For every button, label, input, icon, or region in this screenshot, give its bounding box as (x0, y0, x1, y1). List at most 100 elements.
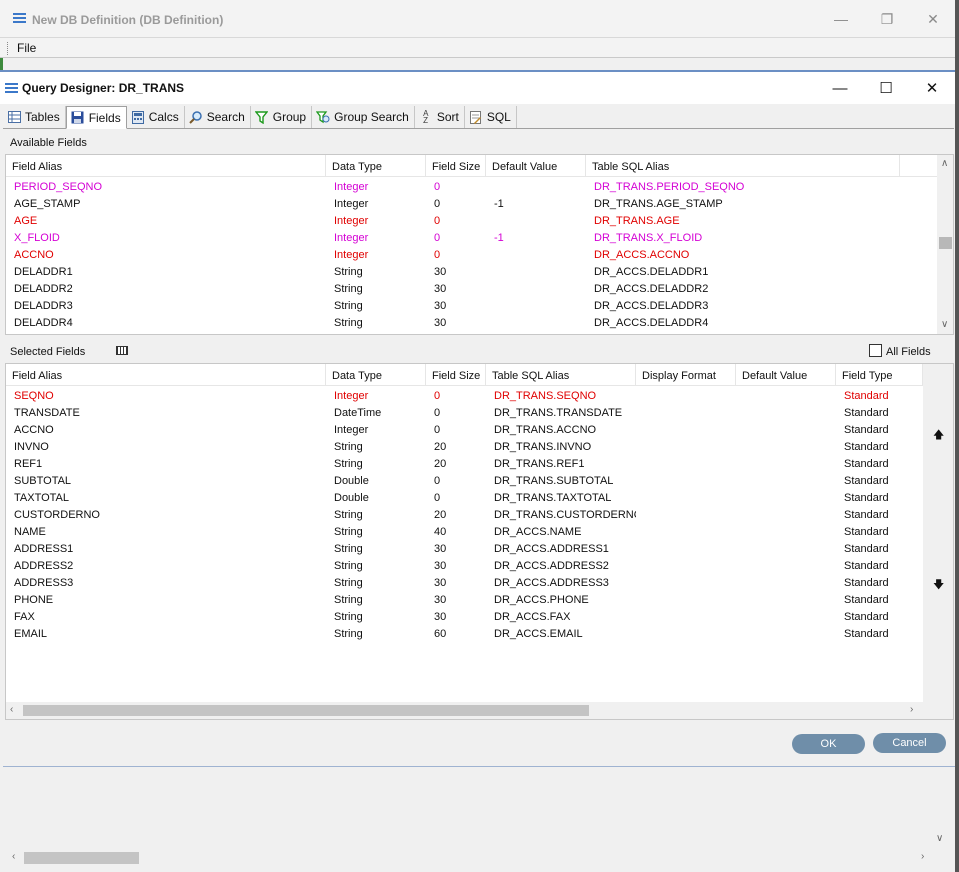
available-fields-grid[interactable]: Field Alias Data Type Field Size Default Va… (5, 154, 954, 335)
selected-table-row[interactable]: PHONE String 30 DR_ACCS.PHONE Standard (6, 591, 923, 608)
selected-column-header[interactable]: Data Type (326, 364, 426, 386)
selected-cell: DR_TRANS.INVNO (494, 441, 592, 453)
available-column-header[interactable]: Data Type (326, 155, 426, 177)
selected-column-header[interactable]: Field Size (426, 364, 486, 386)
available-column-header[interactable]: Table SQL Alias (586, 155, 900, 177)
tab-calcs[interactable]: Calcs (127, 106, 185, 128)
ok-button[interactable]: OK (792, 734, 865, 754)
available-column-header[interactable]: Field Alias (6, 155, 326, 177)
selected-cell: DR_ACCS.ADDRESS1 (494, 543, 609, 555)
selected-cell: DR_TRANS.REF1 (494, 458, 585, 470)
selected-column-header[interactable]: Field Type (836, 364, 923, 386)
selected-table-row[interactable]: FAX String 30 DR_ACCS.FAX Standard (6, 608, 923, 625)
selected-cell: 20 (434, 509, 447, 521)
selected-column-header[interactable]: Field Alias (6, 364, 326, 386)
available-table-row[interactable]: PERIOD_SEQNO Integer 0 DR_TRANS.PERIOD_SEQN… (6, 178, 900, 195)
tab-group-search[interactable]: Group Search (312, 106, 415, 128)
available-cell: -1 (494, 198, 504, 210)
selected-fields-grid[interactable]: Field Alias Data Type Field Size Table SQL … (5, 363, 954, 720)
available-table-row[interactable]: X_FLOID Integer 0 -1 DR_TRANS.X_FLOID (6, 229, 900, 246)
available-cell: 0 (434, 249, 441, 261)
outer-window-title: New DB Definition (DB Definition) (32, 13, 224, 27)
selected-scroll-thumb[interactable] (23, 705, 589, 716)
selected-table-row[interactable]: TAXTOTAL Double 0 DR_TRANS.TAXTOTAL Standard (6, 489, 923, 506)
available-table-row[interactable]: DELADDR3 String 30 DR_ACCS.DELADDR3 (6, 297, 900, 314)
selected-column-header[interactable]: Default Value (736, 364, 836, 386)
outer-minimize-button[interactable]: — (818, 0, 864, 38)
selected-column-header[interactable]: Table SQL Alias (486, 364, 636, 386)
selected-table-row[interactable]: ADDRESS2 String 30 DR_ACCS.ADDRESS2 Standard (6, 557, 923, 574)
move-up-arrow-icon[interactable]: 🡅 (933, 426, 944, 445)
available-cell: DR_ACCS.ACCNO (594, 249, 690, 261)
selected-table-row[interactable]: INVNO String 20 DR_TRANS.INVNO Standard (6, 438, 923, 455)
available-fields-header: Available Fields (5, 131, 954, 153)
selected-cell: ACCNO (14, 424, 54, 436)
available-vertical-scrollbar[interactable]: ∧ ∨ (937, 155, 953, 334)
selected-cell: DR_TRANS.TRANSDATE (494, 407, 623, 419)
selected-grid-header: Field Alias Data Type Field Size Table SQL … (6, 364, 923, 386)
scroll-left-icon[interactable]: ‹ (10, 704, 13, 715)
selected-table-row[interactable]: NAME String 40 DR_ACCS.NAME Standard (6, 523, 923, 540)
available-table-row[interactable]: AGE Integer 0 DR_TRANS.AGE (6, 212, 900, 229)
tab-search-label: Search (206, 110, 245, 124)
scroll-down-icon[interactable]: ∨ (941, 319, 948, 330)
outer-scroll-thumb[interactable] (24, 852, 139, 864)
available-column-header[interactable]: Field Size (426, 155, 486, 177)
scroll-right-icon[interactable]: › (910, 704, 913, 715)
grid-options-icon[interactable] (116, 346, 128, 355)
save-disk-icon (71, 111, 85, 125)
available-table-row[interactable]: DELADDR4 String 30 DR_ACCS.DELADDR4 (6, 314, 900, 331)
tab-search[interactable]: Search (185, 106, 251, 128)
selected-table-row[interactable]: TRANSDATE DateTime 0 DR_TRANS.TRANSDATE Stan… (6, 404, 923, 421)
available-cell: 30 (434, 317, 447, 329)
file-menu[interactable]: File (17, 41, 36, 55)
available-cell: String (334, 317, 363, 329)
selected-cell (736, 591, 836, 608)
selected-cell (636, 489, 736, 506)
available-column-header[interactable]: Default Value (486, 155, 586, 177)
available-table-row[interactable]: ACCNO Integer 0 DR_ACCS.ACCNO (6, 246, 900, 263)
selected-table-row[interactable]: ADDRESS3 String 30 DR_ACCS.ADDRESS3 Standard (6, 574, 923, 591)
available-table-row[interactable]: DELADDR2 String 30 DR_ACCS.DELADDR2 (6, 280, 900, 297)
dialog-minimize-button[interactable]: — (817, 72, 863, 104)
tab-group[interactable]: Group (251, 106, 313, 128)
tab-sort[interactable]: AZ Sort (415, 106, 465, 128)
tab-sql[interactable]: SQL (465, 106, 517, 128)
outer-scroll-down-icon[interactable]: ∨ (936, 833, 943, 844)
selected-table-row[interactable]: ACCNO Integer 0 DR_TRANS.ACCNO Standard (6, 421, 923, 438)
dialog-close-button[interactable]: ✕ (909, 72, 955, 104)
dialog-maximize-button[interactable]: ☐ (863, 72, 909, 104)
selected-table-row[interactable]: SEQNO Integer 0 DR_TRANS.SEQNO Standard (6, 387, 923, 404)
available-table-row[interactable]: AGE_STAMP Integer 0 -1 DR_TRANS.AGE_STAMP (6, 195, 900, 212)
selected-cell (636, 455, 736, 472)
outer-close-button[interactable]: ✕ (910, 0, 956, 38)
available-cell: 30 (434, 266, 447, 278)
scroll-up-icon[interactable]: ∧ (941, 158, 948, 169)
tab-fields[interactable]: Fields (65, 106, 127, 129)
selected-table-row[interactable]: REF1 String 20 DR_TRANS.REF1 Standard (6, 455, 923, 472)
move-down-arrow-icon[interactable]: 🡇 (933, 576, 944, 595)
outer-scroll-right-icon[interactable]: › (921, 851, 924, 862)
selected-column-header[interactable]: Display Format (636, 364, 736, 386)
available-cell (486, 178, 586, 195)
available-cell (486, 246, 586, 263)
menu-lines-icon (5, 83, 18, 94)
cancel-button[interactable]: Cancel (873, 733, 946, 753)
selected-cell: DR_ACCS.ADDRESS2 (494, 560, 609, 572)
outer-horizontal-scrollbar[interactable]: ‹ › (9, 849, 931, 866)
all-fields-checkbox[interactable] (869, 344, 882, 357)
selected-table-row[interactable]: SUBTOTAL Double 0 DR_TRANS.SUBTOTAL Standard (6, 472, 923, 489)
available-scroll-thumb[interactable] (939, 237, 952, 249)
outer-restore-button[interactable]: ❐ (864, 0, 910, 38)
selected-horizontal-scrollbar[interactable]: ‹ › (6, 702, 923, 719)
selected-table-row[interactable]: CUSTORDERNO String 20 DR_TRANS.CUSTORDERNO S… (6, 506, 923, 523)
outer-title-bar: New DB Definition (DB Definition) — ❐ ✕ (0, 0, 955, 38)
selected-cell (736, 608, 836, 625)
selected-table-row[interactable]: ADDRESS1 String 30 DR_ACCS.ADDRESS1 Standard (6, 540, 923, 557)
outer-scroll-left-icon[interactable]: ‹ (12, 851, 15, 862)
available-cell: -1 (494, 232, 504, 244)
selected-cell (736, 404, 836, 421)
selected-table-row[interactable]: EMAIL String 60 DR_ACCS.EMAIL Standard (6, 625, 923, 642)
available-table-row[interactable]: DELADDR1 String 30 DR_ACCS.DELADDR1 (6, 263, 900, 280)
tab-tables[interactable]: Tables (3, 106, 66, 128)
